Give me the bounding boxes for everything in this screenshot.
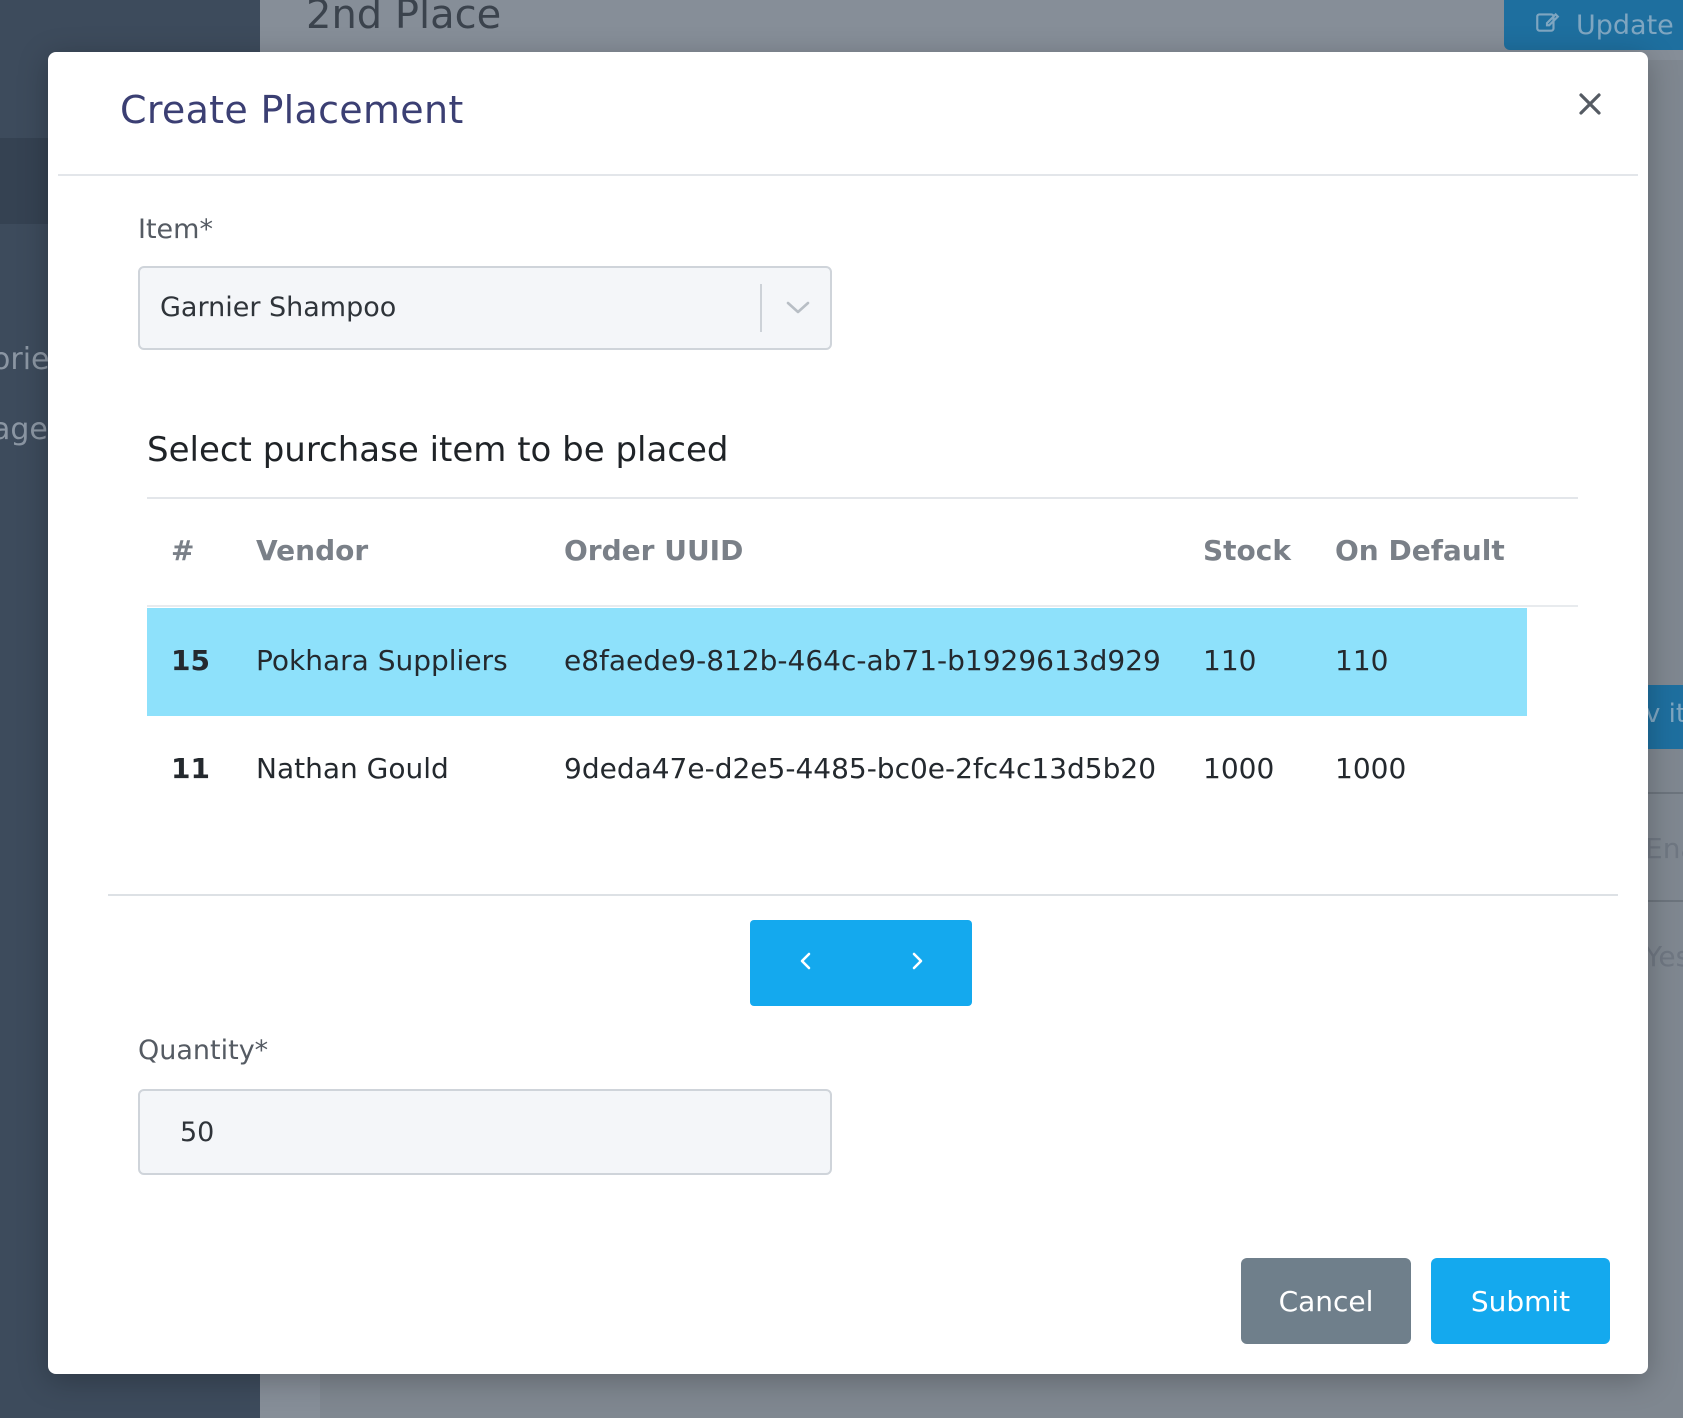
quantity-input[interactable]: [138, 1089, 832, 1175]
close-button[interactable]: [1570, 86, 1610, 126]
quantity-label: Quantity*: [138, 1035, 269, 1066]
next-page-button[interactable]: [861, 920, 972, 1006]
background-page-title: 2nd Place: [306, 0, 502, 38]
column-header-index: #: [171, 534, 195, 567]
column-header-order-uuid: Order UUID: [564, 534, 744, 567]
row-order-uuid: 9deda47e-d2e5-4485-bc0e-2fc4c13d5b20: [564, 752, 1157, 785]
background-update-button: Update: [1504, 0, 1683, 50]
row-id: 11: [171, 752, 210, 785]
section-divider: [147, 497, 1578, 499]
table-header-divider: [147, 605, 1578, 607]
row-stock: 1000: [1203, 752, 1275, 785]
column-header-on-default: On Default: [1335, 534, 1505, 567]
table-divider: [108, 894, 1618, 896]
row-on-default: 1000: [1335, 752, 1407, 785]
background-text-fragment: Ena: [1645, 832, 1683, 865]
chevron-down-icon[interactable]: [780, 290, 816, 326]
row-stock: 110: [1203, 644, 1257, 677]
modal-title: Create Placement: [120, 88, 464, 132]
table-row[interactable]: 15 Pokhara Suppliers e8faede9-812b-464c-…: [147, 608, 1527, 716]
background-right-button: v it: [1645, 685, 1683, 749]
item-select[interactable]: Garnier Shampoo: [138, 266, 832, 350]
table-row[interactable]: 11 Nathan Gould 9deda47e-d2e5-4485-bc0e-…: [147, 716, 1527, 824]
chevron-right-icon: [910, 950, 924, 976]
chevron-left-icon: [799, 950, 813, 976]
purchase-section-title: Select purchase item to be placed: [147, 430, 729, 470]
row-vendor: Nathan Gould: [256, 752, 449, 785]
background-divider: [1645, 792, 1683, 794]
item-label: Item*: [138, 214, 213, 245]
row-vendor: Pokhara Suppliers: [256, 644, 508, 677]
create-placement-modal: Create Placement Item* Garnier Shampoo S…: [48, 52, 1648, 1374]
row-order-uuid: e8faede9-812b-464c-ab71-b1929613d929: [564, 644, 1161, 677]
submit-button[interactable]: Submit: [1431, 1258, 1610, 1344]
column-header-stock: Stock: [1203, 534, 1292, 567]
column-header-vendor: Vendor: [256, 534, 369, 567]
sidebar-item-fragment: orie: [0, 342, 50, 377]
row-on-default: 110: [1335, 644, 1389, 677]
edit-icon: [1534, 9, 1560, 42]
header-divider: [58, 174, 1638, 176]
previous-page-button[interactable]: [750, 920, 861, 1006]
update-label: Update: [1576, 9, 1674, 41]
select-separator: [760, 284, 762, 332]
close-icon: [1577, 91, 1603, 121]
item-select-value: Garnier Shampoo: [160, 292, 397, 323]
background-text-fragment: Yes: [1645, 940, 1683, 973]
cancel-button[interactable]: Cancel: [1241, 1258, 1411, 1344]
pagination: [750, 920, 972, 1006]
row-id: 15: [171, 644, 210, 677]
background-divider: [1645, 900, 1683, 902]
